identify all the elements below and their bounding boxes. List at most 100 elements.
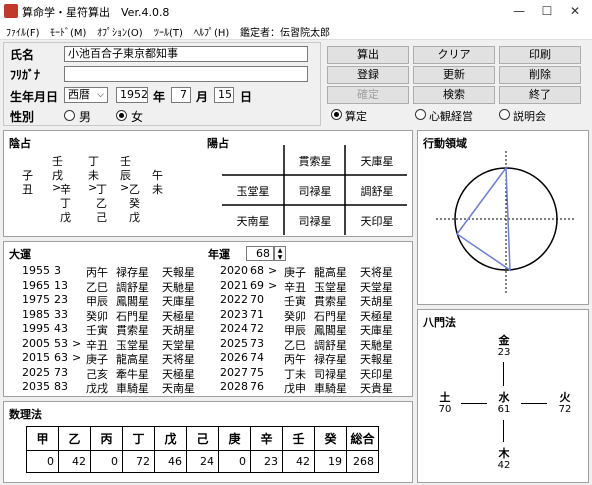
furigana-field[interactable] <box>64 66 308 82</box>
suri-value-cell: 72 <box>122 450 155 473</box>
mode-setsumei-radio[interactable] <box>499 109 510 120</box>
calc-button[interactable]: 算出 <box>327 46 409 64</box>
east-label: 火 <box>559 391 571 404</box>
female-label: 女 <box>131 110 144 124</box>
clear-button[interactable]: クリア <box>413 46 495 64</box>
menu-bar: ﾌｧｲﾙ(F) ﾓｰﾄﾞ(M) ｵﾌﾟｼｮﾝ(O) ﾂｰﾙ(T) ﾍﾙﾌﾟ(H)… <box>0 22 592 40</box>
suri-value-cell: 268 <box>346 450 379 473</box>
taiun-left-cell: 1975 <box>22 293 50 306</box>
window-title: 算命学・星符算出 Ver.4.0.8 <box>22 6 170 19</box>
east-line <box>521 403 547 404</box>
suri-header-cell: 総合 <box>346 426 379 451</box>
mode-shinkan-radio[interactable] <box>415 109 426 120</box>
update-button[interactable]: 更新 <box>413 66 495 84</box>
inyo-title: 陰占 <box>9 137 31 150</box>
taiun-left-cell: 83 <box>54 380 68 393</box>
mode-shinkan-label: 心観経営 <box>429 110 473 123</box>
taiun-right-cell: 2028 <box>220 380 248 393</box>
exit-button[interactable]: 終了 <box>499 86 581 104</box>
north-value: 23 <box>497 347 511 358</box>
era-value: 西暦 <box>68 88 90 101</box>
name-field[interactable]: 小池百合子東京都知事 <box>64 46 308 62</box>
close-button[interactable]: ✕ <box>560 0 590 22</box>
spin-down-icon[interactable]: ▼ <box>275 254 285 261</box>
inyo-cell: 戊 <box>60 211 71 224</box>
taiun-right-cell: 68 <box>250 264 264 277</box>
inyo-cell: 丑 <box>22 183 33 196</box>
suri-value-cell: 23 <box>250 450 283 473</box>
yosen-cell: 天印星 <box>360 215 394 228</box>
inyo-cell: 未 <box>152 183 163 196</box>
button-panel: 算出 クリア 印刷 登録 更新 削除 確定 検索 終了 算定 心観経営 説明会 <box>325 44 589 126</box>
taiun-left-cell: 1955 <box>22 264 50 277</box>
taiun-panel: 大運 年運 68 ▲ ▼ 1955 3 丙午 禄存星 天報星 1965 13 乙巳 調舒星 天馳星 1… <box>3 241 413 397</box>
suri-value-cell: 24 <box>186 450 219 473</box>
yosen-cell: 天南星 <box>236 215 270 228</box>
appraiser-label: 鑑定者：伝習院太郎 <box>240 28 330 39</box>
yosen-cell: 司禄星 <box>298 215 332 228</box>
print-button[interactable]: 印刷 <box>499 46 581 64</box>
taiun-left-cell: 車騎星 <box>116 382 149 395</box>
menu-file[interactable]: ﾌｧｲﾙ(F) <box>6 24 40 39</box>
taiun-right-cell: 73 <box>250 336 264 350</box>
title-bar: 算命学・星符算出 Ver.4.0.8 — ☐ ✕ <box>0 0 592 22</box>
male-radio[interactable] <box>64 110 75 121</box>
action-area-chart <box>436 151 575 294</box>
minimize-button[interactable]: — <box>504 0 534 22</box>
taiun-right-cell: 戊申 <box>284 382 306 395</box>
taiun-right-cell: 2027 <box>220 365 248 379</box>
delete-button[interactable]: 削除 <box>499 66 581 84</box>
taiun-left-cell: 2005 <box>22 336 50 350</box>
year-field[interactable]: 1952 <box>116 87 148 103</box>
taiun-left-cell: 33 <box>54 307 68 321</box>
taiun-left-cell: 3 <box>54 264 61 277</box>
day-field[interactable]: 15 <box>214 87 234 103</box>
suri-value-cell: 42 <box>282 450 315 473</box>
suri-header-cell: 乙 <box>58 426 91 451</box>
center-label: 水 <box>498 391 510 404</box>
nenun-spinner[interactable]: ▲ ▼ <box>274 246 286 261</box>
mode-santei-radio[interactable] <box>331 109 342 120</box>
suri-value-cell: 0 <box>90 450 123 473</box>
inyo-yosen-panel: 陰占 壬丁壬子戌未辰午丑 > 辛 > 丁 > 乙未丁乙癸戊己戊 陽占 貫索星 天庫星 玉堂星 司禄… <box>3 130 413 237</box>
suri-value-cell: 0 <box>218 450 251 473</box>
taiun-left-cell: 2035 <box>22 380 50 393</box>
furigana-label: ﾌﾘｶﾞﾅ <box>10 68 41 82</box>
input-panel: 氏名 小池百合子東京都知事 ﾌﾘｶﾞﾅ 生年月日 西暦 ⌵ 1952 年 7 月 … <box>3 42 321 126</box>
suri-value-cell: 42 <box>58 450 91 473</box>
register-button[interactable]: 登録 <box>327 66 409 84</box>
taiun-left-cell: 1985 <box>22 307 50 321</box>
name-label: 氏名 <box>10 48 35 62</box>
taiun-right-cell: 76 <box>250 380 264 393</box>
suri-header-cell: 庚 <box>218 426 251 451</box>
maximize-button[interactable]: ☐ <box>532 0 562 22</box>
app-icon <box>4 4 18 18</box>
confirm-button[interactable]: 確定 <box>327 86 409 104</box>
north-label: 金 <box>498 334 510 347</box>
female-radio[interactable] <box>116 110 127 121</box>
era-select[interactable]: 西暦 ⌵ <box>64 87 108 103</box>
taiun-right-cell: 車騎星 <box>314 382 347 395</box>
south-line <box>503 420 504 442</box>
action-area-panel: 行動領域 <box>417 130 589 305</box>
spin-up-icon[interactable]: ▲ <box>275 247 285 254</box>
taiun-left-cell: 1965 <box>22 278 50 292</box>
month-field[interactable]: 7 <box>171 87 191 103</box>
north-line <box>503 362 504 386</box>
taiun-left-cell: 23 <box>54 293 68 306</box>
menu-help[interactable]: ﾍﾙﾌﾟ(H) <box>194 24 229 39</box>
taiun-title: 大運 <box>9 248 31 261</box>
menu-mode[interactable]: ﾓｰﾄﾞ(M) <box>50 24 86 39</box>
taiun-right-cell: 2025 <box>220 336 248 350</box>
east-value: 72 <box>558 404 572 415</box>
menu-option[interactable]: ｵﾌﾟｼｮﾝ(O) <box>97 24 143 39</box>
taiun-left-cell: 天南星 <box>162 382 195 395</box>
suri-header-cell: 己 <box>186 426 219 451</box>
nenun-age-field[interactable]: 68 <box>246 246 274 261</box>
yosen-cell: 司禄星 <box>298 185 332 198</box>
search-button[interactable]: 検索 <box>413 86 495 104</box>
yosen-cell: 玉堂星 <box>236 185 270 198</box>
year-unit: 年 <box>153 90 166 104</box>
menu-tool[interactable]: ﾂｰﾙ(T) <box>154 24 183 39</box>
west-line <box>461 403 487 404</box>
